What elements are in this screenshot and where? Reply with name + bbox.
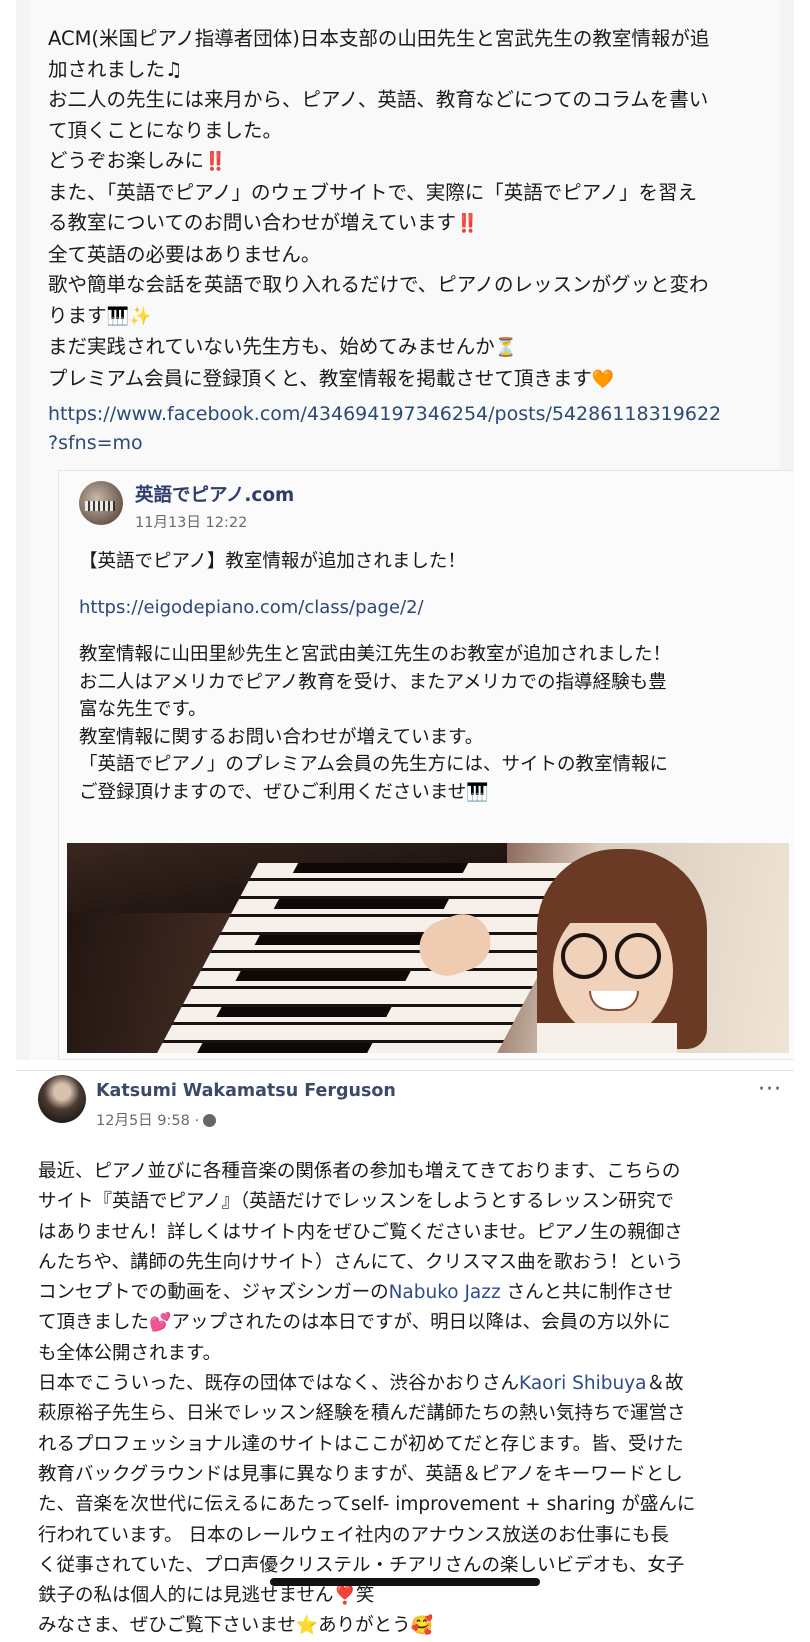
post1-link-line2[interactable]: ?sfns=mo [48,432,143,454]
post1-text: ACM(米国ピアノ指導者団体)日本支部の山田先生と宮武先生の教室情報が追 加され… [48,24,794,395]
card-url-link[interactable]: https://eigodepiano.com/class/page/2/ [79,597,424,618]
post1-line-text: どうぞお楽しみに [48,149,205,172]
post1-line: て頂くことになりました。 [48,118,283,142]
double-exclamation-icon: ‼️ [455,213,479,234]
post1-line: 全て英語の必要はありません。 [48,242,321,266]
mention-nabuko-jazz[interactable]: Nabuko Jazz [389,1282,501,1303]
piano-icon: 🎹 [106,305,129,327]
hourglass-icon: ⏳ [494,337,518,358]
post2-text: ありがとう [318,1615,411,1637]
piano-icon: 🎹 [466,781,489,803]
post2-line: 最近、ピアノ並びに各種音楽の関係者の参加も増えてきております、こちらの [38,1161,681,1182]
card-body: 教室情報に山田里紗先生と宮武由美江先生のお教室が追加されました！ お二人はアメリ… [79,641,789,806]
orange-heart-icon: 🧡 [591,368,615,390]
post2-text: ＆故 [646,1373,684,1395]
smiling-face-hearts-icon: 🥰 [410,1615,434,1637]
girl-shirt [537,1023,677,1053]
post1-line: まだ実践されていない先生方も、始めてみませんか⏳ [48,332,794,364]
author-avatar[interactable] [38,1075,86,1123]
page-avatar[interactable] [79,481,123,525]
post2-text: て頂きました [38,1312,150,1334]
shared-page-card[interactable]: 英語でピアノ.com 11月13日 12:22 【英語でピアノ】教室情報が追加さ… [58,470,794,1060]
post2-text: みなさま、ぜひご覧下さいませ [38,1615,296,1637]
post-date[interactable]: 12月5日 9:58 · [96,1113,199,1129]
page-name[interactable]: 英語でピアノ.com [135,481,294,507]
facebook-post: Katsumi Wakamatsu Ferguson 12月5日 9:58 · … [16,1070,794,1636]
post1-link-line1[interactable]: https://www.facebook.com/434694197346254… [48,403,721,425]
post2-line: サイト『英語でピアノ』（英語だけでレッスンをしようとするレッスン研究で [38,1191,675,1213]
post1-line-text: まだ実践されていない先生方も、始めてみませんか [48,335,495,358]
post2-text: 日本でこういった、既存の団体ではなく、渋谷かおりさん [38,1373,520,1395]
post2-text: 笑 [355,1585,375,1607]
post2-text: さんと共に制作させ [500,1282,674,1304]
card-body-line: 教室情報に山田里紗先生と宮武由美江先生のお教室が追加されました！ [79,644,672,665]
two-hearts-icon: 💕 [149,1312,172,1334]
card-body-line: 富な先生です。 [79,699,207,720]
post1-line: お二人の先生には来月から、ピアノ、英語、教育などにつてのコラムを書い [48,88,709,111]
post1-line: る教室についてのお問い合わせが増えています‼️ [48,208,794,240]
post1-line: プレミアム会員に登録頂くと、教室情報を掲載させて頂きます🧡 [48,364,794,396]
sparkles-icon: ✨ [128,305,152,327]
glasses-left-lens [561,933,607,979]
post2-line: 教育バックグラウンドは見事に異なりますが、英語＆ピアノをキーワードとし [38,1463,683,1485]
card-body-line-text: ご登録頂けますので、ぜひご利用くださいませ [79,781,467,803]
post2-line: んたちや、講師の先生向けサイト）さんにて、クリスマス曲を歌おう！という [38,1251,684,1273]
globe-icon [203,1114,217,1127]
post2-body: 最近、ピアノ並びに各種音楽の関係者の参加も増えてきております、こちらの サイト『… [38,1157,788,1642]
post1-line: 加されました♫ [48,57,183,81]
girl-at-piano-photo[interactable] [67,843,789,1053]
post2-line: コンセプトでの動画を、ジャズシンガーのNabuko Jazz さんと共に制作させ [38,1278,788,1308]
more-options-icon[interactable]: ··· [758,1077,782,1102]
post2-line: た、音楽を次世代に伝えるにあたってself- improvement + sha… [38,1494,696,1516]
post2-line: みなさま、ぜひご覧下さいませ⭐ありがとう🥰 [38,1611,788,1641]
post1-line: 歌や簡単な会話を英語で取り入れるだけで、ピアノのレッスンがグッと変わ [48,273,709,296]
double-exclamation-icon: ‼️ [204,151,227,172]
post-timestamp[interactable]: 12月5日 9:58 · [96,1109,217,1130]
post2-text: コンセプトでの動画を、ジャズシンガーの [38,1282,389,1304]
post1-line-text: ります [48,303,107,327]
home-indicator[interactable] [270,1578,540,1586]
mention-kaori-shibuya[interactable]: Kaori Shibuya [519,1373,646,1394]
post2-line: れるプロフェッショナル達のサイトはここが初めてだと存じます。皆、受けた [38,1433,684,1455]
card-body-line: ご登録頂けますので、ぜひご利用くださいませ🎹 [79,779,789,807]
star-icon: ⭐ [295,1615,319,1637]
post1-line: また、「英語でピアノ」のウェブサイトで、実際に「英語でピアノ」を習え [48,180,697,204]
post1-line: どうぞお楽しみに‼️ [48,146,794,178]
glasses-right-lens [615,933,661,979]
post1-line: ACM(米国ピアノ指導者団体)日本支部の山田先生と宮武先生の教室情報が追 [48,27,710,50]
card-body-line: 教室情報に関するお問い合わせが増えています。 [79,726,484,748]
post2-line: て頂きました💕アップされたのは本日ですが、明日以降は、会員の方以外に [38,1308,788,1338]
post2-text: 鉄子の私は個人的には見逃せません [38,1585,334,1607]
post1-line-text: プレミアム会員に登録頂くと、教室情報を掲載させて頂きます [48,366,592,390]
post2-line: 行われています。 日本のレールウェイ社内のアナウンス放送のお仕事にも長 [38,1524,669,1546]
post2-line: く従事されていた、プロ声優クリステル・チアリさんの楽しいビデオも、女子 [38,1554,685,1576]
post2-line: 萩原裕子先生ら、日米でレッスン経験を積んだ講師たちの熱い気持ちで運営さ [38,1403,686,1425]
shared-post-screenshot: ACM(米国ピアノ指導者団体)日本支部の山田先生と宮武先生の教室情報が追 加され… [16,0,794,1060]
post1-link[interactable]: https://www.facebook.com/434694197346254… [48,400,794,458]
card-timestamp[interactable]: 11月13日 12:22 [135,511,247,532]
post2-line: はありません！詳しくはサイト内をぜひご覧くださいませ。ピアノ生の親御さ [38,1221,683,1243]
post2-text: アップされたのは本日ですが、明日以降は、会員の方以外に [171,1312,671,1334]
post1-line: ります🎹✨ [48,301,794,333]
shared-post-panel: ACM(米国ピアノ指導者団体)日本支部の山田先生と宮武先生の教室情報が追 加され… [30,0,794,1060]
card-body-line: 「英語でピアノ」のプレミアム会員の先生方には、サイトの教室情報に [79,754,669,775]
card-body-line: お二人はアメリカでピアノ教育を受け、またアメリカでの指導経験も豊 [79,671,667,693]
card-title: 【英語でピアノ】教室情報が追加されました！ [79,551,466,572]
post2-line: 日本でこういった、既存の団体ではなく、渋谷かおりさんKaori Shibuya＆… [38,1369,788,1399]
post2-line: も全体公開されます。 [38,1342,222,1364]
post1-line-text: る教室についてのお問い合わせが増えています [48,211,456,234]
author-name[interactable]: Katsumi Wakamatsu Ferguson [96,1081,396,1101]
